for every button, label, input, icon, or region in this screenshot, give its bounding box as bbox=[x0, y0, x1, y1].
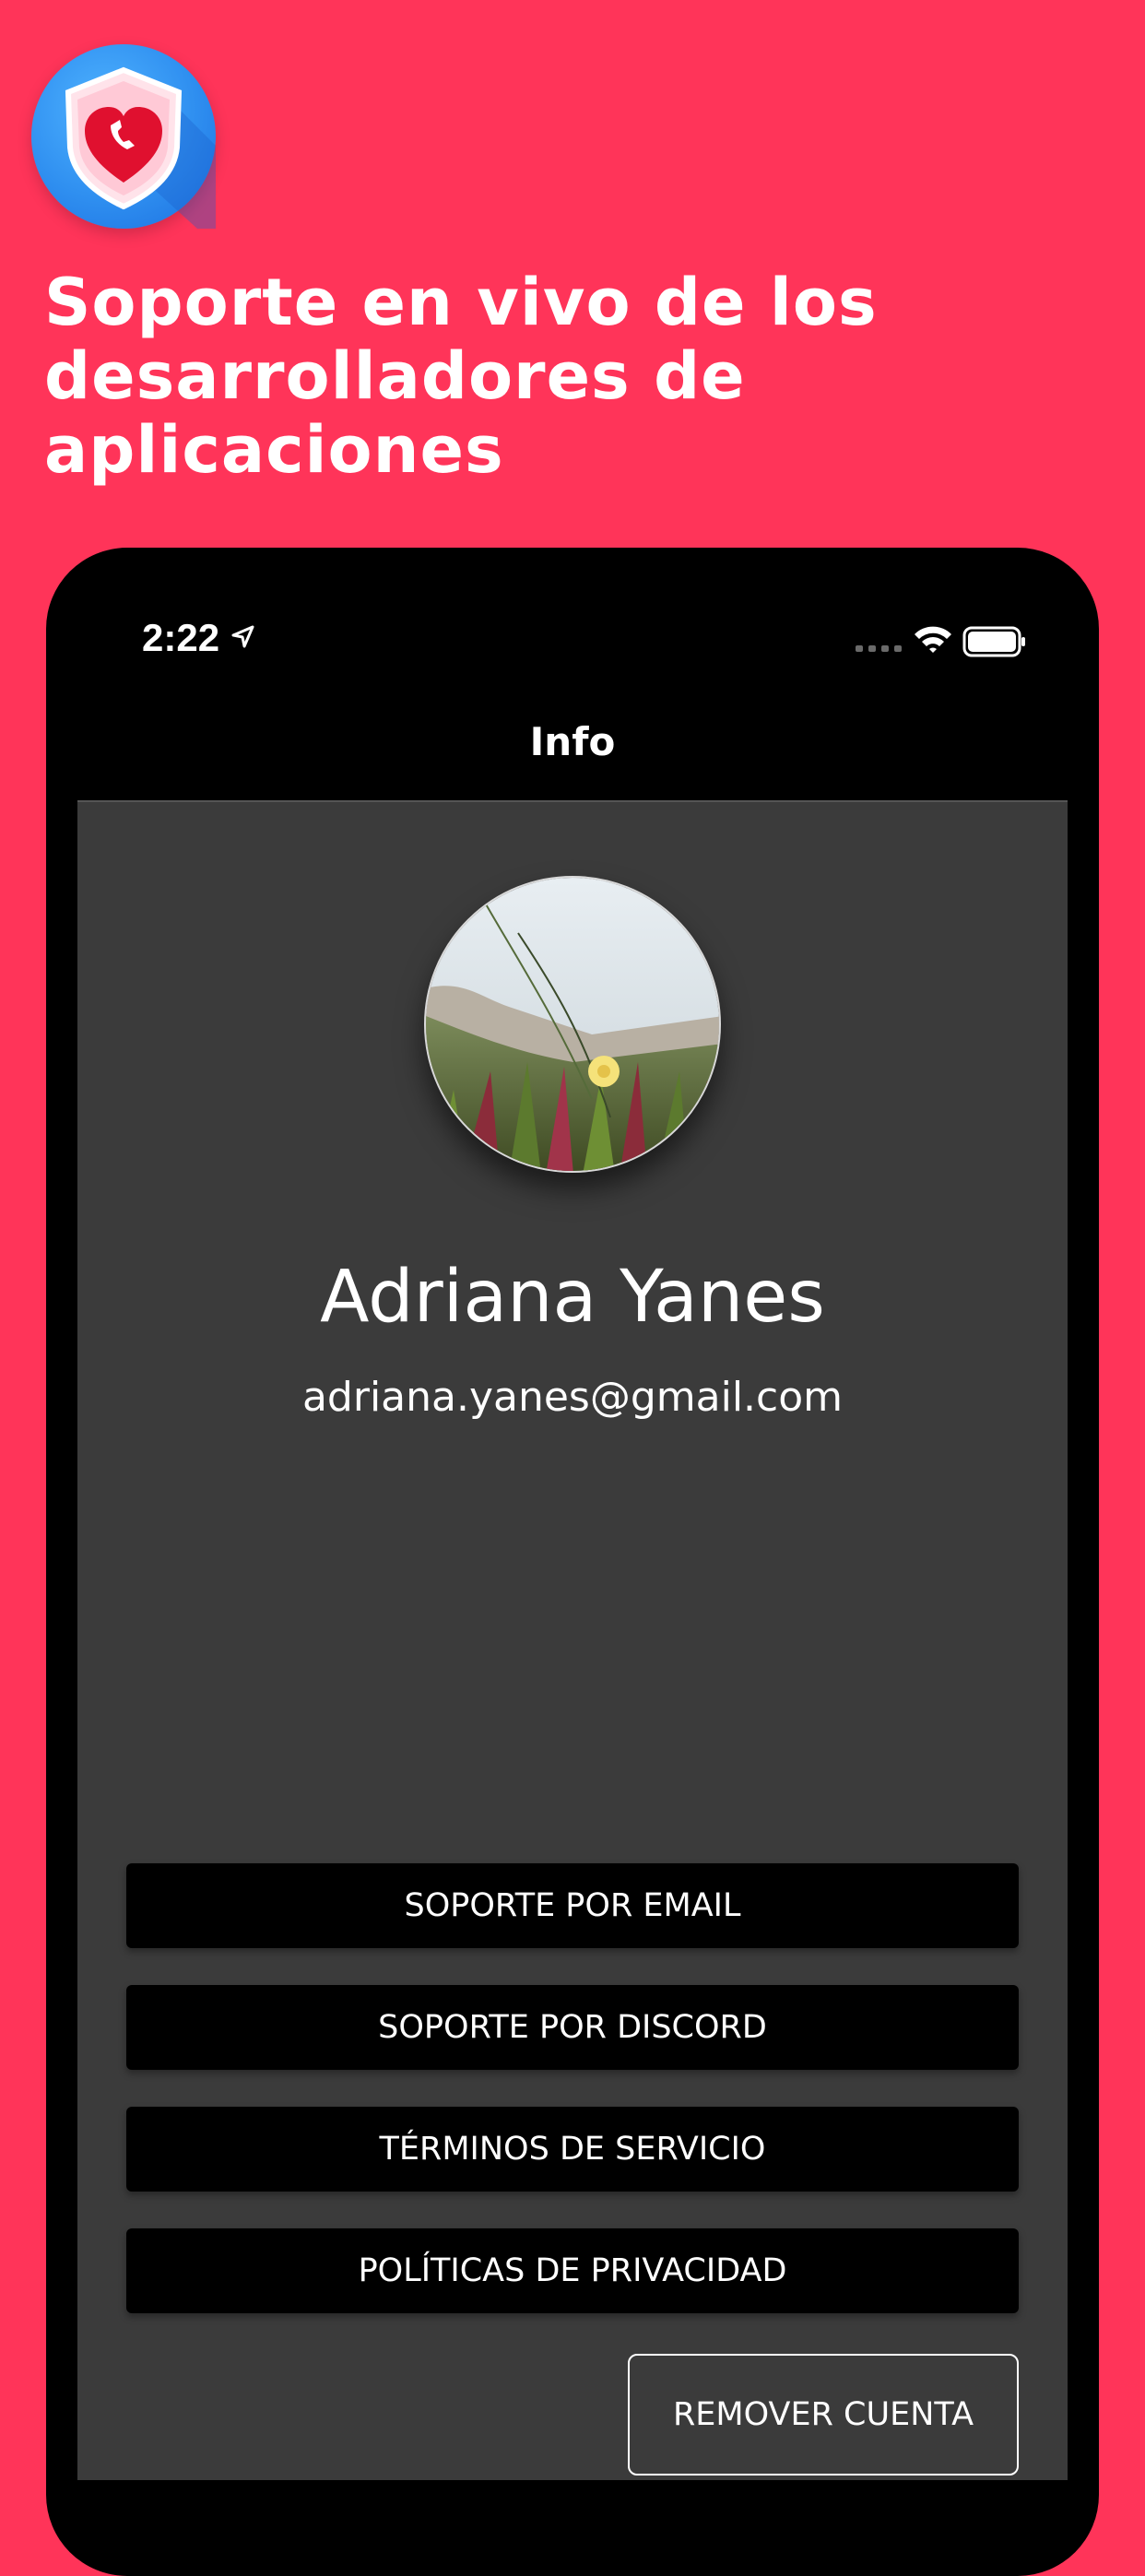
promo-headline: Soporte en vivo de los desarrolladores d… bbox=[44, 265, 878, 488]
wifi-icon bbox=[915, 626, 951, 653]
privacy-policy-button[interactable]: POLÍTICAS DE PRIVACIDAD bbox=[126, 2228, 1019, 2313]
email-support-button[interactable]: SOPORTE POR EMAIL bbox=[126, 1863, 1019, 1948]
discord-support-button[interactable]: SOPORTE POR DISCORD bbox=[126, 1985, 1019, 2070]
terms-of-service-button[interactable]: TÉRMINOS DE SERVICIO bbox=[126, 2107, 1019, 2192]
profile-email: adriana.yanes@gmail.com bbox=[301, 1374, 844, 1421]
nav-title: Info bbox=[529, 719, 616, 764]
app-icon bbox=[31, 44, 216, 229]
profile-photo bbox=[426, 878, 719, 1171]
heart-shield-icon bbox=[65, 66, 216, 229]
cellular-signal-icon bbox=[856, 645, 902, 652]
remove-account-button[interactable]: REMOVER CUENTA bbox=[628, 2354, 1019, 2476]
location-arrow-icon bbox=[231, 625, 254, 648]
battery-icon bbox=[962, 626, 1025, 657]
status-time: 2:22 bbox=[142, 616, 220, 659]
profile-name: Adriana Yanes bbox=[320, 1256, 825, 1339]
profile-avatar[interactable] bbox=[424, 876, 721, 1173]
